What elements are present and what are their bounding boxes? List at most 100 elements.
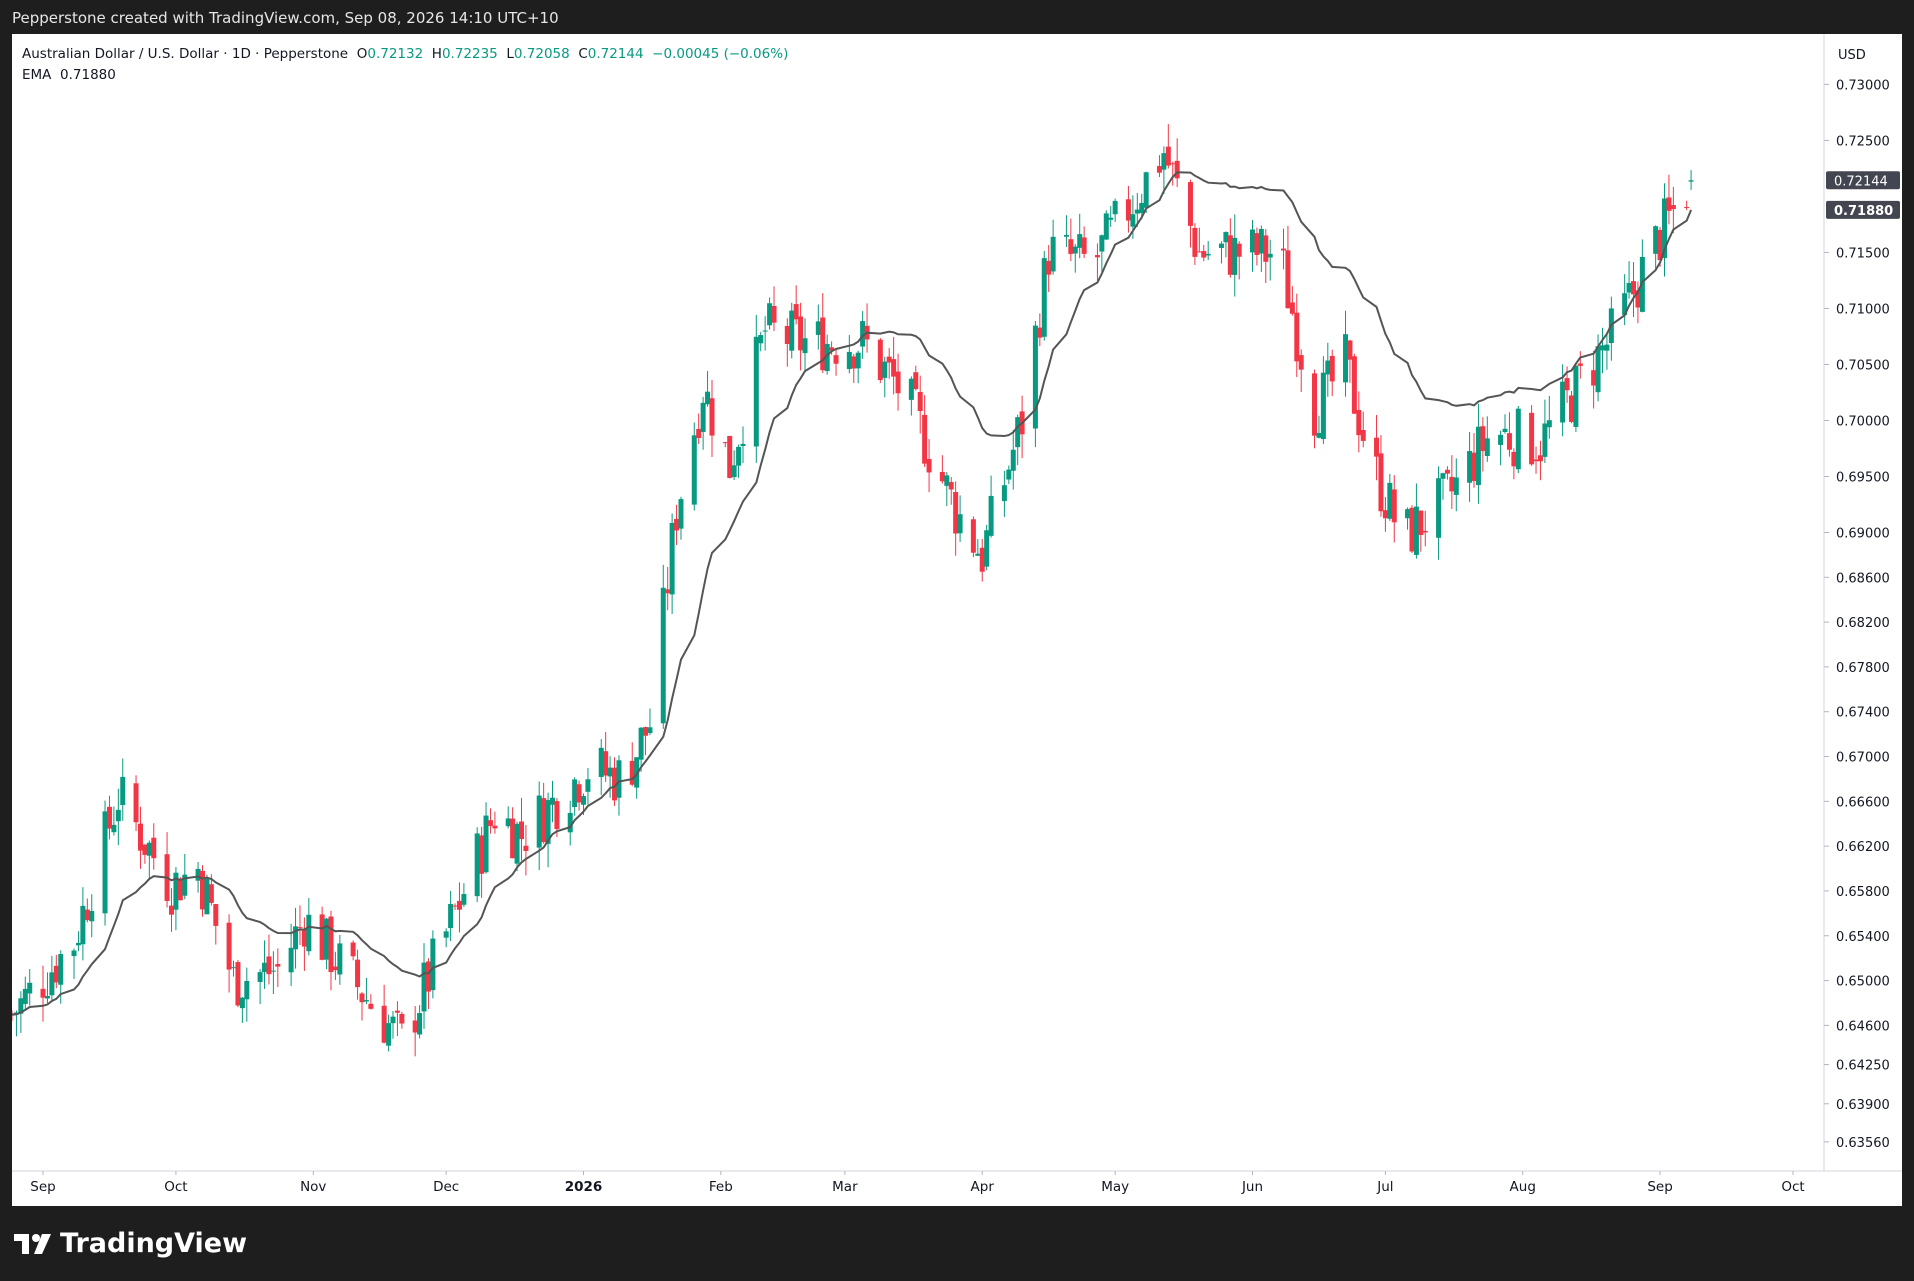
candle-body xyxy=(505,818,511,827)
candle-up xyxy=(1041,250,1047,341)
candle-body xyxy=(1063,234,1069,237)
candle-down xyxy=(275,948,281,988)
price-tick-label: 0.67000 xyxy=(1836,751,1890,766)
candle-up xyxy=(1006,465,1012,485)
candle-body xyxy=(607,767,613,777)
candle-body xyxy=(736,446,742,466)
candle-body xyxy=(75,942,81,946)
candle-body xyxy=(939,471,945,482)
open-label: O xyxy=(356,46,368,62)
candle-body xyxy=(1072,246,1078,254)
candle-down xyxy=(492,811,498,834)
candle-body xyxy=(784,325,790,344)
candle-up xyxy=(1072,244,1078,273)
candlestick-chart[interactable]: USD 0.73000 0.72500 0.71500 0.71000 0.70500 0.… xyxy=(12,34,1902,1206)
ema-price-label: 0.71880 xyxy=(1834,204,1893,219)
candle-body xyxy=(1449,476,1455,492)
candle-up xyxy=(49,955,55,1003)
candle-down xyxy=(1670,186,1676,234)
candle-body xyxy=(394,1010,400,1013)
candle-up xyxy=(1688,170,1694,190)
ema-legend-row[interactable]: EMA 0.71880 xyxy=(22,65,788,86)
candle-body xyxy=(603,751,609,776)
candle-body xyxy=(727,435,733,478)
candle-down xyxy=(948,477,954,505)
candle-body xyxy=(1453,477,1459,495)
candle-down xyxy=(319,906,325,961)
candle-body xyxy=(536,795,542,848)
time-axis-label: Jun xyxy=(1241,1179,1263,1195)
candle-up xyxy=(1626,261,1632,299)
candle-down xyxy=(510,807,516,859)
candle-down xyxy=(895,353,901,411)
candle-up xyxy=(1232,214,1238,297)
candle-body xyxy=(1192,227,1198,257)
candle-body xyxy=(142,844,148,855)
candle-down xyxy=(1684,200,1690,211)
candle-down xyxy=(1444,466,1450,480)
candle-down xyxy=(1529,405,1535,466)
candle-body xyxy=(638,727,644,760)
candle-body xyxy=(1281,248,1287,251)
candle-body xyxy=(386,1023,392,1046)
candle-body xyxy=(917,392,923,412)
chart-frame[interactable]: USD 0.73000 0.72500 0.71500 0.71000 0.70500 0.… xyxy=(12,34,1902,1206)
candle-down xyxy=(1329,349,1335,397)
candle-down xyxy=(1285,225,1291,309)
candle-up xyxy=(257,969,263,1005)
tradingview-brand[interactable]: TradingView xyxy=(14,1228,247,1259)
candle-body xyxy=(585,779,591,792)
price-tick-label: 0.70500 xyxy=(1836,358,1890,373)
price-tick-label: 0.65000 xyxy=(1836,975,1890,990)
symbol-name[interactable]: Australian Dollar / U.S. Dollar · 1D · P… xyxy=(22,46,348,62)
price-tick-label: 0.67800 xyxy=(1836,661,1890,676)
candle-down xyxy=(1298,349,1304,393)
candle-body xyxy=(1542,423,1548,457)
candle-down xyxy=(1263,229,1269,284)
symbol-legend-row[interactable]: Australian Dollar / U.S. Dollar · 1D · P… xyxy=(22,44,788,65)
candle-body xyxy=(1010,449,1016,471)
candle-up xyxy=(762,316,768,351)
candle-body xyxy=(678,499,684,529)
candle-up xyxy=(1001,470,1007,517)
candle-body xyxy=(1591,370,1597,386)
candle-body xyxy=(771,305,777,323)
candle-body xyxy=(1604,344,1610,351)
candle-body xyxy=(213,904,219,926)
candle-body xyxy=(270,970,276,972)
candle-up xyxy=(1405,507,1411,530)
price-tick-label: 0.69000 xyxy=(1836,526,1890,541)
candle-up xyxy=(846,334,852,374)
candle-down xyxy=(603,731,609,782)
high-label: H xyxy=(431,46,442,62)
candle-body xyxy=(882,361,888,378)
candle-up xyxy=(1502,414,1508,434)
candle-up xyxy=(204,874,210,915)
candle-body xyxy=(1223,232,1229,243)
candle-down xyxy=(922,395,928,467)
candle-down xyxy=(479,826,485,898)
candle-body xyxy=(598,747,604,777)
candle-body xyxy=(430,938,436,991)
candle-body xyxy=(1684,207,1690,209)
candle-down xyxy=(1174,138,1180,187)
candle-body xyxy=(1312,373,1318,436)
price-tick-label: 0.66600 xyxy=(1836,795,1890,810)
candle-body xyxy=(288,947,294,973)
candle-body xyxy=(1139,202,1145,214)
candle-up xyxy=(616,755,622,816)
candle-down xyxy=(953,481,959,556)
price-tick-label: 0.63900 xyxy=(1836,1098,1890,1113)
candle-body xyxy=(891,359,897,377)
candle-body xyxy=(554,801,560,830)
high-value: 0.72235 xyxy=(441,46,498,62)
candle-up xyxy=(1475,403,1481,504)
candle-body xyxy=(492,825,498,829)
candle-body xyxy=(368,1003,374,1009)
candle-down xyxy=(1196,227,1202,253)
candle-body xyxy=(1196,251,1202,253)
candle-up xyxy=(1413,483,1419,559)
candle-body xyxy=(1480,426,1486,452)
candle-up xyxy=(678,496,684,540)
candle-down xyxy=(771,286,777,332)
